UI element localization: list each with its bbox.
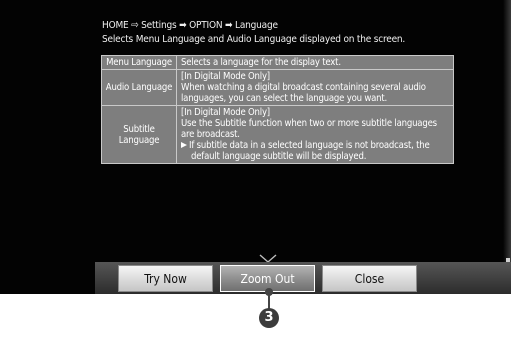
try-now-button[interactable]: Try Now <box>118 265 213 292</box>
description-line: When watching a digital broadcast contai… <box>181 82 426 93</box>
table-row-audio-language: Audio Language [In Digital Mode Only] Wh… <box>101 69 454 106</box>
description-line: languages, you can select the language y… <box>181 93 388 104</box>
row-label: Menu Language <box>101 55 177 70</box>
description-line: Selects a language for the display text. <box>181 57 341 68</box>
callout-number-badge: 3 <box>259 308 279 328</box>
description-line: [In Digital Mode Only] <box>181 71 270 82</box>
language-options-table: Menu Language Selects a language for the… <box>101 55 454 164</box>
row-label: Audio Language <box>101 69 177 106</box>
description-line: Use the Subtitle function when two or mo… <box>181 118 437 129</box>
table-row-subtitle-language: Subtitle Language [In Digital Mode Only]… <box>101 105 454 164</box>
row-description: Selects a language for the display text. <box>176 55 454 70</box>
row-description: [In Digital Mode Only] Use the Subtitle … <box>176 105 454 164</box>
row-description: [In Digital Mode Only] When watching a d… <box>176 69 454 106</box>
close-button[interactable]: Close <box>322 265 417 292</box>
row-label-text: Menu Language <box>106 57 172 68</box>
callout-dot <box>265 288 273 296</box>
screen-edge <box>503 0 511 294</box>
row-label-text: Language <box>118 134 160 146</box>
breadcrumb: HOME ⇨ Settings ➡ OPTION ➡ Language <box>102 20 278 31</box>
row-label-text: Audio Language <box>105 82 173 93</box>
table-row-menu-language: Menu Language Selects a language for the… <box>101 55 454 70</box>
note-line: If subtitle data in a selected language … <box>181 140 449 151</box>
page-subtitle: Selects Menu Language and Audio Language… <box>102 34 406 45</box>
note-line: default language subtitle will be displa… <box>191 151 367 162</box>
row-label-text: Subtitle <box>123 123 155 135</box>
row-label: Subtitle Language <box>101 105 177 164</box>
description-line: [In Digital Mode Only] <box>181 107 270 118</box>
tv-screen: HOME ⇨ Settings ➡ OPTION ➡ Language Sele… <box>0 0 511 294</box>
note-text: If subtitle data in a selected language … <box>189 140 430 151</box>
description-line: are broadcast. <box>181 129 240 140</box>
note-icon <box>181 142 187 148</box>
